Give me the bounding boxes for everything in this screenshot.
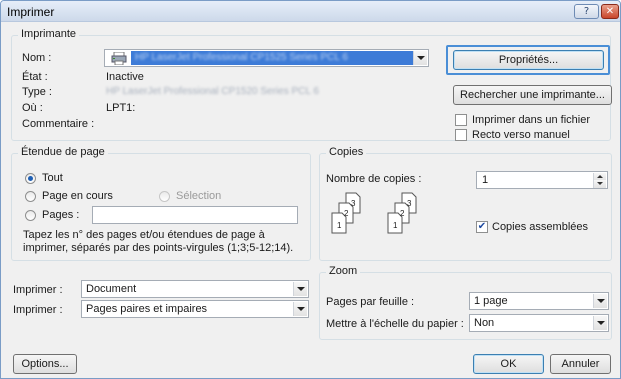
print-pages-label: Imprimer : <box>13 304 63 316</box>
collate-page-num: 3 <box>407 199 412 208</box>
range-hint-line1: Tapez les n° des pages et/ou étendues de… <box>23 229 265 241</box>
copies-number-value: 1 <box>482 174 489 186</box>
printer-name-value: HP LaserJet Professional CP1525 Series P… <box>135 52 348 63</box>
collate-page-num: 3 <box>351 199 356 208</box>
copies-group-label: Copies <box>326 146 367 158</box>
collate-page-num: 2 <box>400 209 405 218</box>
copies-number-input[interactable]: 1 <box>476 171 608 189</box>
range-current-label[interactable]: Page en cours <box>42 190 113 202</box>
range-hint-line2: imprimer, séparés par des points-virgule… <box>23 242 294 254</box>
collate-label[interactable]: Copies assemblées <box>492 221 588 233</box>
cancel-button[interactable]: Annuler <box>550 354 611 374</box>
range-all-radio[interactable] <box>25 173 36 184</box>
pages-per-sheet-combo[interactable]: 1 page <box>469 292 609 310</box>
copies-number-label: Nombre de copies : <box>326 173 422 185</box>
options-button[interactable]: Options... <box>13 354 77 374</box>
ok-button[interactable]: OK <box>473 354 544 374</box>
print-pages-value: Pages paires et impaires <box>86 303 208 315</box>
printer-name-label: Nom : <box>22 52 52 64</box>
close-button[interactable]: ✕ <box>601 4 619 19</box>
range-selection-radio[interactable] <box>159 191 170 202</box>
properties-button[interactable]: Propriétés... <box>453 50 604 70</box>
printer-where-label: Où : <box>22 102 43 114</box>
printer-type-label: Type : <box>22 86 52 98</box>
printer-where-value: LPT1: <box>106 102 136 114</box>
range-all-label[interactable]: Tout <box>42 172 63 184</box>
title-bar: Imprimer ? ✕ <box>1 1 620 22</box>
collate-page-num: 2 <box>344 209 349 218</box>
range-pages-radio[interactable] <box>25 210 36 221</box>
manual-duplex-label[interactable]: Recto verso manuel <box>472 129 570 141</box>
zoom-group-label: Zoom <box>326 265 361 277</box>
print-to-file-label[interactable]: Imprimer dans un fichier <box>472 114 590 126</box>
chevron-down-icon[interactable] <box>593 294 607 308</box>
print-what-label: Imprimer : <box>13 284 63 296</box>
printer-group-label: Imprimante <box>18 28 80 40</box>
print-what-combo[interactable]: Document <box>81 280 309 298</box>
printer-type-value: HP LaserJet Professional CP1520 Series P… <box>106 86 319 97</box>
range-selection-label[interactable]: Sélection <box>176 190 221 202</box>
printer-state-value: Inactive <box>106 71 144 83</box>
print-to-file-checkbox[interactable] <box>455 114 467 126</box>
print-dialog: Imprimer ? ✕ Imprimante Nom : HP LaserJe… <box>0 0 621 379</box>
pages-per-sheet-label: Pages par feuille : <box>326 296 415 308</box>
window-title: Imprimer <box>7 5 55 19</box>
chevron-down-icon[interactable] <box>293 282 307 296</box>
page-range-group-label: Étendue de page <box>18 146 108 158</box>
collate-checkbox[interactable]: ✔ <box>476 221 488 233</box>
print-pages-combo[interactable]: Pages paires et impaires <box>81 300 309 318</box>
manual-duplex-checkbox[interactable] <box>455 129 467 141</box>
printer-comment-label: Commentaire : <box>22 118 95 130</box>
range-pages-label[interactable]: Pages : <box>42 209 79 221</box>
scale-label: Mettre à l'échelle du papier : <box>326 318 464 330</box>
scale-combo[interactable]: Non <box>469 314 609 332</box>
spin-down-icon[interactable] <box>593 180 606 188</box>
chevron-down-icon[interactable] <box>413 51 427 65</box>
pages-per-sheet-value: 1 page <box>474 295 508 307</box>
scale-value: Non <box>474 317 495 329</box>
pages-input[interactable] <box>92 206 298 224</box>
collate-page-num: 1 <box>337 221 342 230</box>
printer-state-label: État : <box>22 71 48 83</box>
collate-pages-icon: 3 2 1 3 2 1 <box>327 191 437 239</box>
chevron-down-icon[interactable] <box>293 302 307 316</box>
print-what-value: Document <box>86 283 137 295</box>
printer-name-combo[interactable]: HP LaserJet Professional CP1525 Series P… <box>104 49 429 67</box>
range-current-radio[interactable] <box>25 191 36 202</box>
printer-icon <box>111 51 127 66</box>
chevron-down-icon[interactable] <box>593 316 607 330</box>
find-printer-button[interactable]: Rechercher une imprimante... <box>453 85 612 105</box>
printer-name-selection: HP LaserJet Professional CP1525 Series P… <box>131 51 413 65</box>
collate-page-num: 1 <box>393 221 398 230</box>
help-button[interactable]: ? <box>574 4 599 19</box>
